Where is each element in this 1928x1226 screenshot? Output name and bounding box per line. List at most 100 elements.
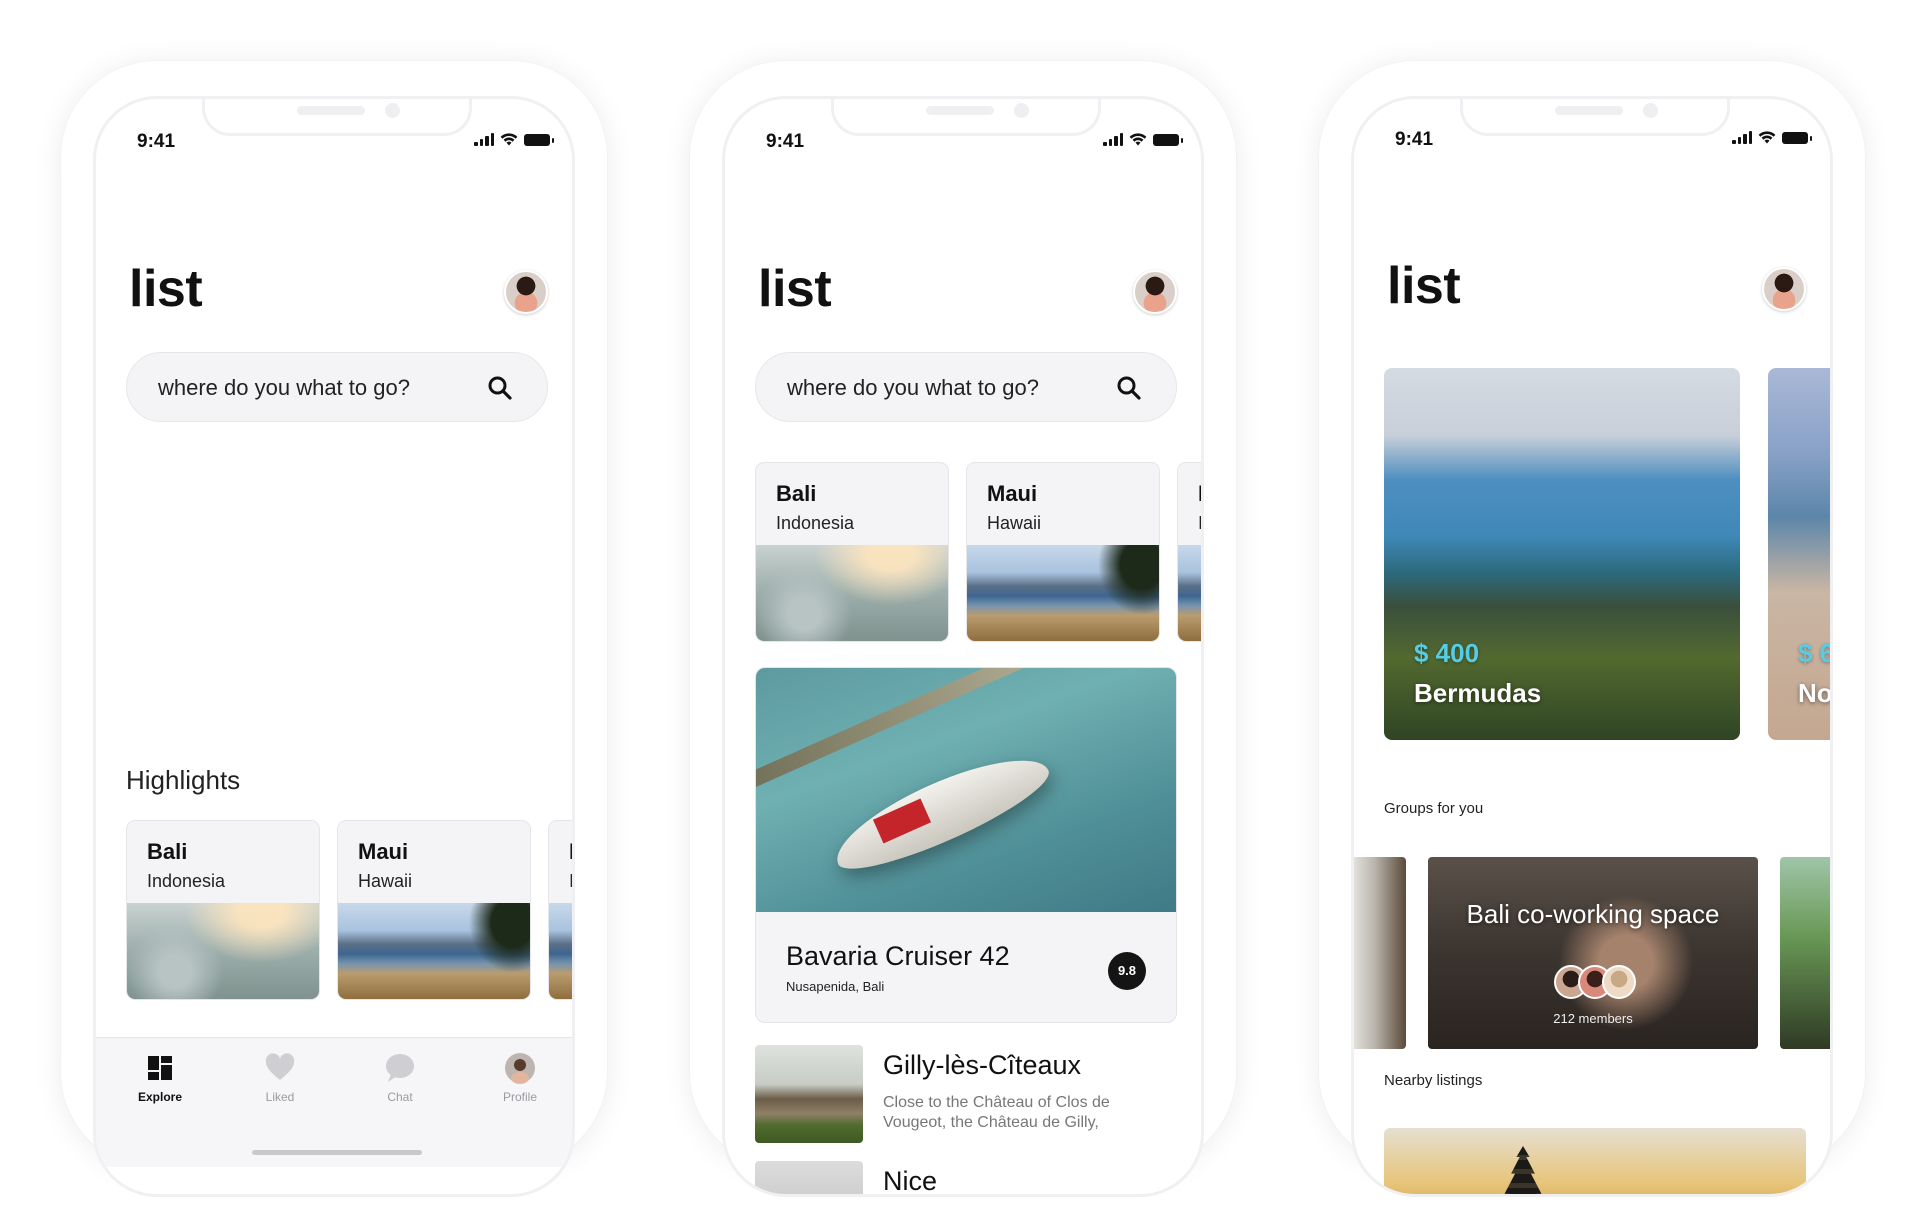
- mockup-stage: 9:41 list where do you what to go? Highl…: [0, 0, 1928, 1226]
- member-avatars: [1554, 965, 1644, 1001]
- phone-screen: 9:41 list where do you what to go? Highl…: [93, 96, 575, 1197]
- heart-icon: [265, 1053, 295, 1080]
- destination-name: Bali: [776, 481, 817, 506]
- card-price: $ 6: [1798, 638, 1833, 668]
- featured-listing-card[interactable]: Bavaria Cruiser 42 Nusapenida, Bali 9.8: [755, 667, 1177, 1023]
- destination-photo: [756, 545, 948, 641]
- destination-name: I: [1198, 481, 1204, 506]
- phone-explore-empty: 9:41 list where do you what to go? Highl…: [61, 61, 607, 1197]
- status-bar: 9:41: [96, 123, 572, 163]
- wifi-icon: [500, 133, 518, 146]
- home-indicator[interactable]: [252, 1150, 422, 1155]
- destination-country: Hawaii: [358, 871, 413, 891]
- rating-badge: 9.8: [1108, 952, 1146, 990]
- card-place: Bermudas: [1414, 678, 1542, 708]
- group-card-partial[interactable]: [1780, 857, 1830, 1049]
- groups-heading: Groups for you: [1384, 800, 1484, 817]
- user-avatar[interactable]: [1762, 267, 1806, 311]
- user-avatar[interactable]: [504, 270, 548, 314]
- wifi-icon: [1758, 131, 1776, 144]
- status-icons: [474, 133, 554, 146]
- destination-photo: [338, 903, 530, 999]
- destination-photo: [127, 903, 319, 999]
- listing-title: Nice: [883, 1166, 938, 1196]
- tab-profile[interactable]: Profile: [475, 1052, 565, 1104]
- page-title: list: [1387, 257, 1461, 315]
- status-time: 9:41: [137, 131, 176, 152]
- status-icons: [1732, 131, 1812, 144]
- destination-card-bali[interactable]: Bali Indonesia: [126, 820, 320, 1000]
- destination-name: Maui: [358, 839, 409, 864]
- profile-avatar-icon: [505, 1053, 535, 1084]
- listing-description: Close to the Château of Clos de Vougeot,…: [883, 1094, 1110, 1131]
- list-item[interactable]: Gilly-lès-Cîteaux Close to the Château o…: [755, 1045, 1185, 1143]
- nearby-heading: Nearby listings: [1384, 1072, 1483, 1089]
- signal-icon: [1103, 133, 1123, 146]
- destination-country: Hawaii: [987, 513, 1042, 533]
- search-input[interactable]: where do you what to go?: [126, 352, 548, 422]
- destination-photo: [1178, 545, 1201, 641]
- destination-card-partial[interactable]: I I: [548, 820, 575, 1000]
- phone-screen: 9:41 list where do you what to go? Bali …: [722, 96, 1204, 1197]
- card-place: No: [1798, 678, 1833, 708]
- tab-label: Liked: [265, 1090, 295, 1104]
- status-bar: 9:41: [725, 123, 1201, 163]
- group-card-partial[interactable]: [1354, 857, 1406, 1049]
- status-icons: [1103, 133, 1183, 146]
- group-name: Bali co-working space: [1466, 899, 1720, 929]
- tab-chat[interactable]: Chat: [355, 1052, 445, 1104]
- tab-explore[interactable]: Explore: [115, 1052, 205, 1104]
- grid-icon: [148, 1056, 172, 1080]
- tab-liked[interactable]: Liked: [235, 1052, 325, 1104]
- signal-icon: [1732, 131, 1752, 144]
- group-card[interactable]: Bali co-working space 212 members: [1428, 857, 1758, 1049]
- featured-name: Bavaria Cruiser 42: [786, 941, 1010, 971]
- destination-country: Indonesia: [776, 513, 855, 533]
- destination-country: Indonesia: [147, 871, 226, 891]
- status-time: 9:41: [766, 131, 805, 152]
- phone-explore-discover: 9:41 list $ 400 Bermudas $ 6 No Groups f…: [1319, 61, 1865, 1197]
- wifi-icon: [1129, 133, 1147, 146]
- search-icon[interactable]: [1116, 375, 1142, 401]
- user-avatar[interactable]: [1133, 270, 1177, 314]
- destination-photo: [967, 545, 1159, 641]
- page-title: list: [129, 260, 203, 318]
- destination-card-bali[interactable]: Bali Indonesia: [755, 462, 949, 642]
- list-item[interactable]: Nice: [755, 1161, 1185, 1196]
- destination-card-partial[interactable]: I I: [1177, 462, 1204, 642]
- destination-card-maui[interactable]: Maui Hawaii: [337, 820, 531, 1000]
- status-time: 9:41: [1395, 129, 1434, 150]
- chat-bubble-icon: [386, 1054, 414, 1082]
- featured-photo: [756, 668, 1176, 912]
- battery-icon: [524, 133, 554, 146]
- bottom-tab-bar: Explore Liked Chat Profile: [96, 1037, 572, 1167]
- destination-name: Maui: [987, 481, 1038, 506]
- pagoda-photo: [1490, 1146, 1556, 1194]
- tab-label: Explore: [137, 1090, 182, 1104]
- card-price: $ 400: [1414, 638, 1480, 668]
- signal-icon: [474, 133, 494, 146]
- listing-thumbnail: [755, 1045, 863, 1143]
- battery-icon: [1153, 133, 1183, 146]
- highlights-heading: Highlights: [126, 765, 241, 795]
- search-icon[interactable]: [487, 375, 513, 401]
- listing-title: Gilly-lès-Cîteaux: [883, 1050, 1082, 1080]
- tab-label: Chat: [387, 1090, 413, 1104]
- battery-icon: [1782, 131, 1812, 144]
- destination-hero-card[interactable]: $ 400 Bermudas: [1384, 368, 1740, 740]
- destination-country: I: [569, 871, 575, 891]
- nearby-listing-card[interactable]: [1384, 1128, 1806, 1194]
- status-bar: 9:41: [1354, 121, 1830, 161]
- listing-thumbnail: [755, 1161, 863, 1194]
- search-input[interactable]: where do you what to go?: [755, 352, 1177, 422]
- search-placeholder: where do you what to go?: [787, 375, 1039, 400]
- destination-hero-card-partial[interactable]: $ 6 No: [1768, 368, 1833, 740]
- destination-name: I: [569, 839, 575, 864]
- destination-card-maui[interactable]: Maui Hawaii: [966, 462, 1160, 642]
- destination-photo: [549, 903, 572, 999]
- page-title: list: [758, 260, 832, 318]
- search-placeholder: where do you what to go?: [158, 375, 410, 400]
- phone-explore-list: 9:41 list where do you what to go? Bali …: [690, 61, 1236, 1197]
- destination-country: I: [1198, 513, 1204, 533]
- featured-location: Nusapenida, Bali: [786, 979, 885, 994]
